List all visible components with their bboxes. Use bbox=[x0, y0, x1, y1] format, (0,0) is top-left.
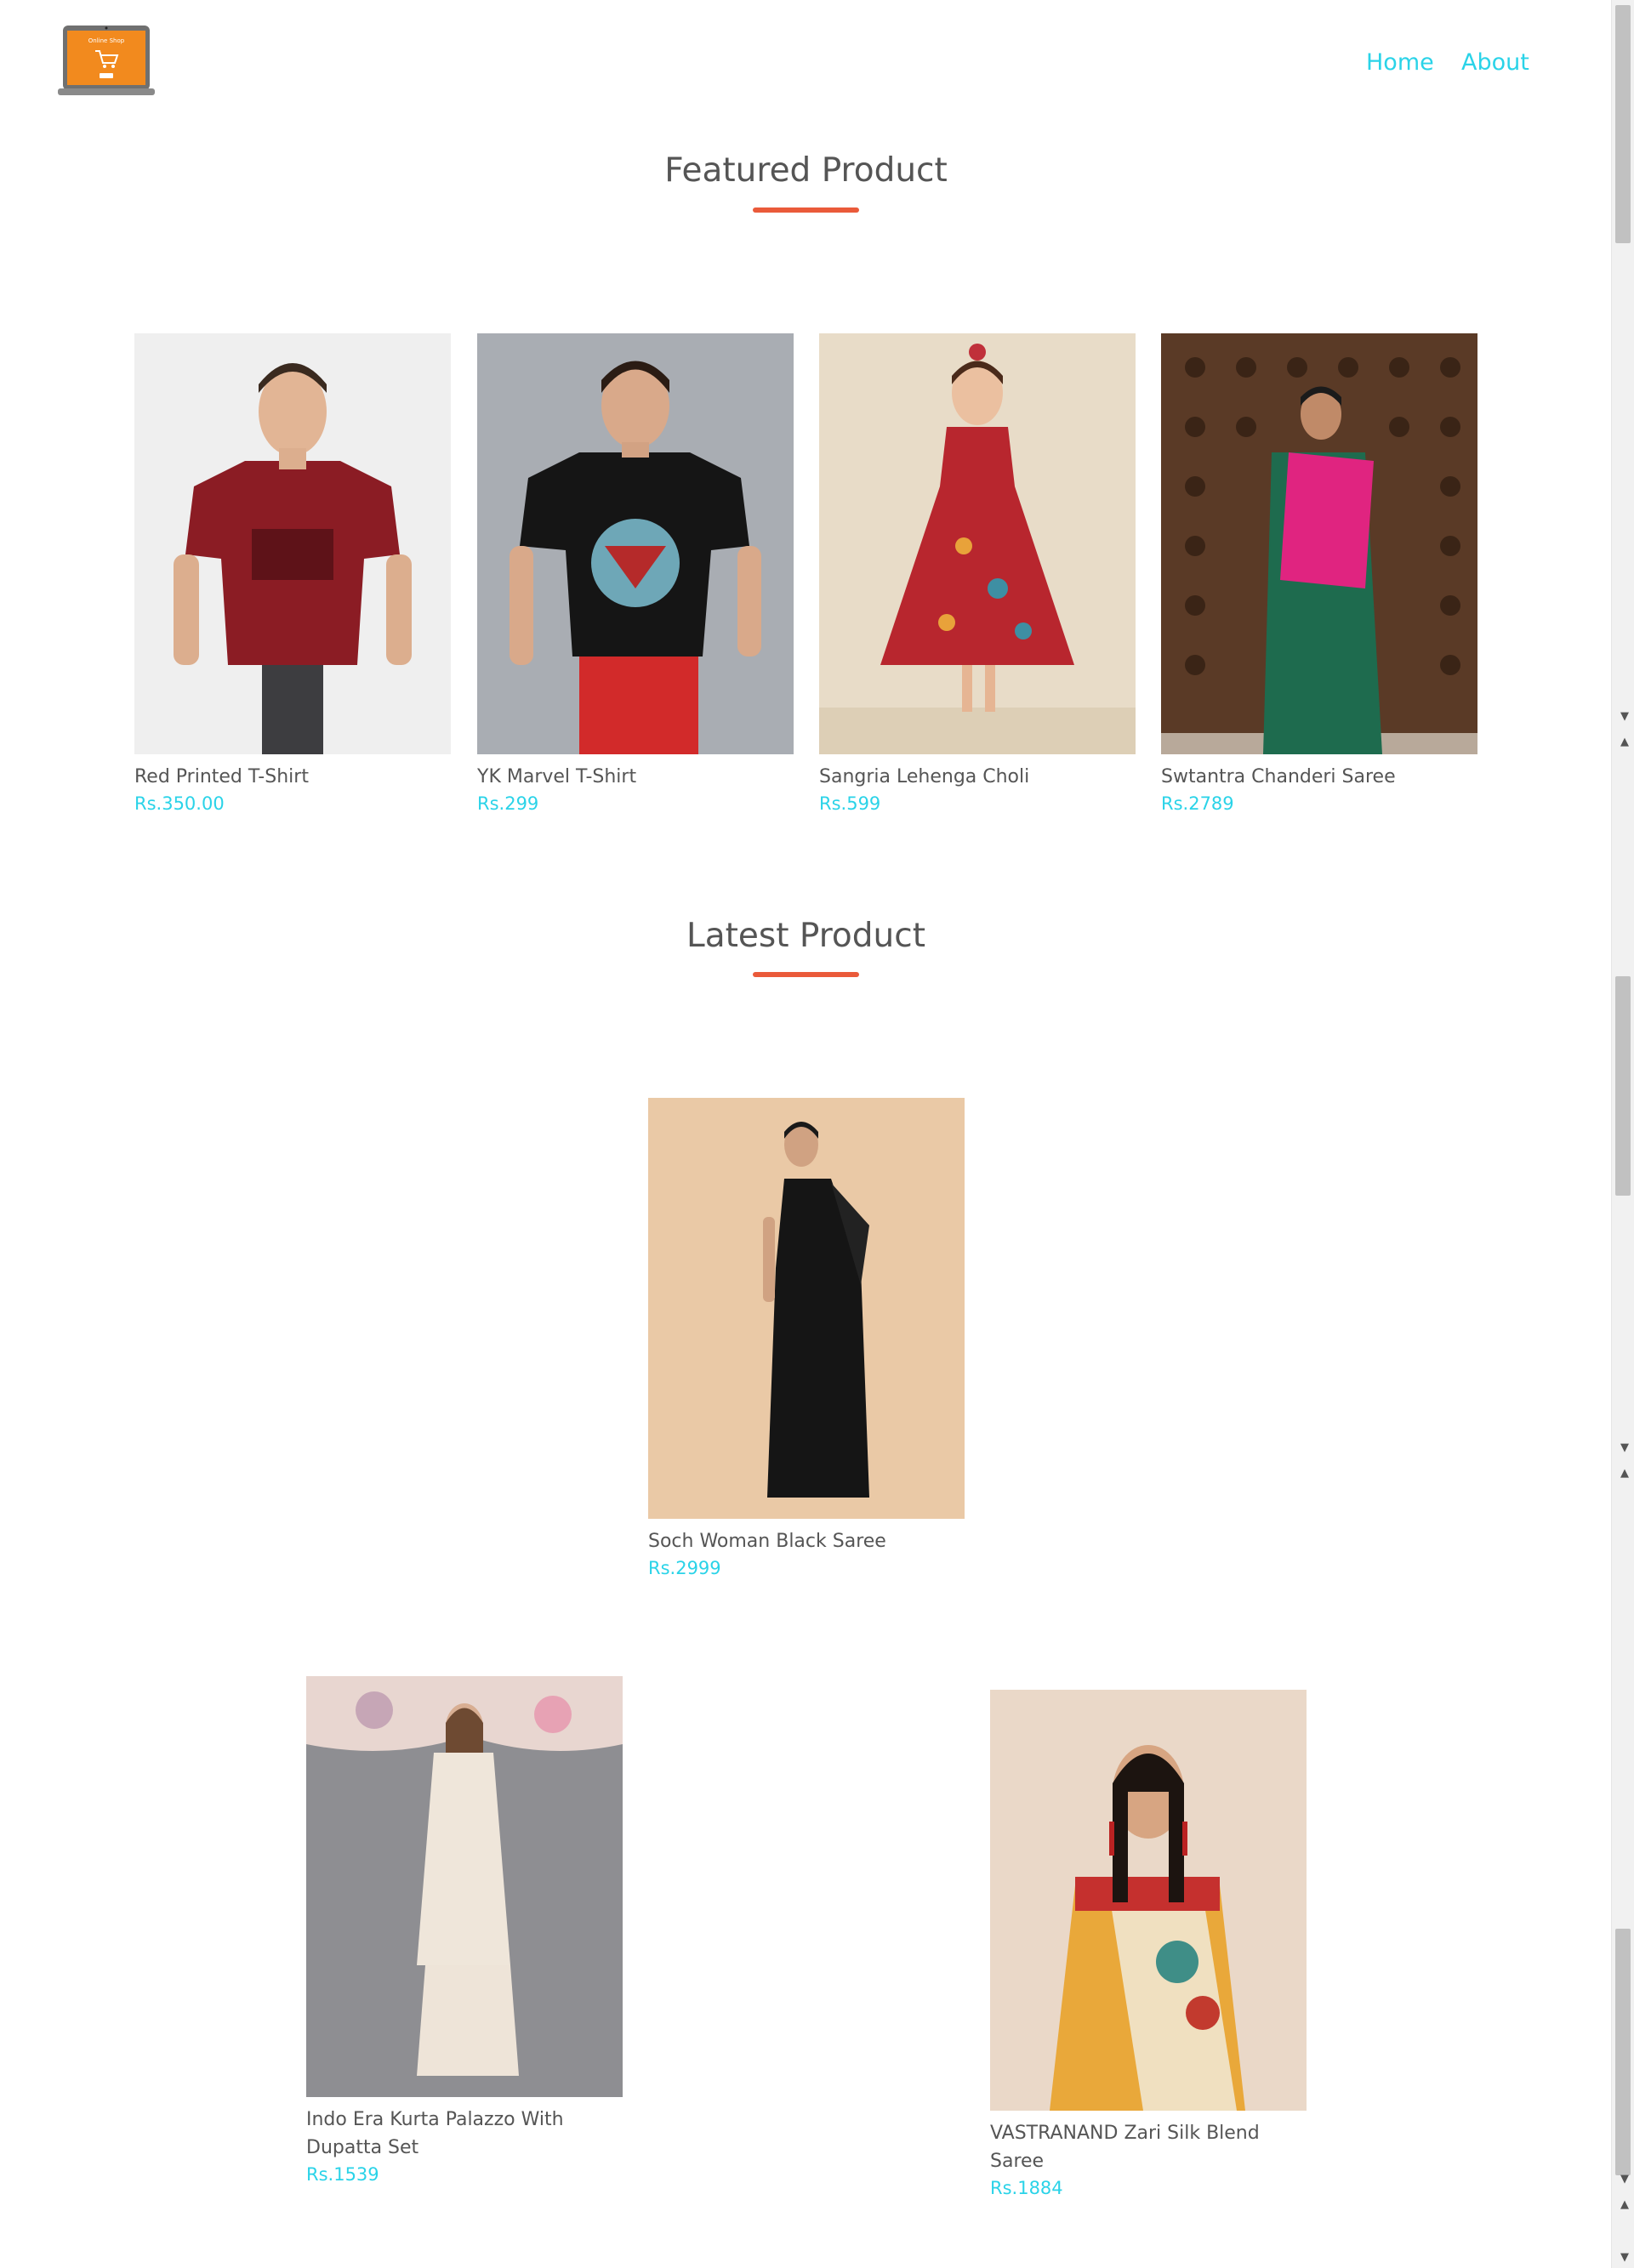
product-price: Rs.1884 bbox=[990, 2178, 1063, 2198]
product-name[interactable]: Soch Woman Black Saree bbox=[648, 1527, 965, 1555]
product-image[interactable] bbox=[648, 1098, 965, 1519]
product-image[interactable] bbox=[477, 333, 794, 754]
product-name[interactable]: Indo Era Kurta Palazzo With Dupatta Set bbox=[306, 2106, 623, 2162]
scroll-up-arrow-icon[interactable]: ▲ bbox=[1620, 736, 1629, 748]
product-card[interactable]: Soch Woman Black Saree Rs.2999 bbox=[648, 1098, 965, 1581]
product-name[interactable]: VASTRANAND Zari Silk Blend Saree bbox=[990, 2119, 1307, 2175]
product-card[interactable]: VASTRANAND Zari Silk Blend Saree Rs.1884 bbox=[990, 1690, 1307, 2201]
product-price: Rs.2789 bbox=[1161, 793, 1234, 814]
product-card[interactable]: Red Printed T-Shirt Rs.350.00 bbox=[134, 333, 451, 816]
product-image[interactable] bbox=[134, 333, 451, 754]
product-image[interactable] bbox=[819, 333, 1136, 754]
scrollbar-thumb[interactable] bbox=[1615, 976, 1631, 1196]
product-price: Rs.599 bbox=[819, 793, 881, 814]
scroll-down-arrow-icon[interactable]: ▼ bbox=[1620, 2252, 1629, 2264]
scroll-up-arrow-icon[interactable]: ▲ bbox=[1620, 2199, 1629, 2211]
featured-title-underline bbox=[753, 207, 859, 213]
product-image[interactable] bbox=[1161, 333, 1477, 754]
product-name[interactable]: YK Marvel T-Shirt bbox=[477, 763, 794, 791]
product-card[interactable]: Indo Era Kurta Palazzo With Dupatta Set … bbox=[306, 1676, 623, 2187]
scroll-down-arrow-icon[interactable]: ▼ bbox=[1620, 1442, 1629, 1454]
scroll-down-arrow-icon[interactable]: ▼ bbox=[1620, 711, 1629, 723]
product-price: Rs.299 bbox=[477, 793, 539, 814]
scroll-up-arrow-icon[interactable]: ▲ bbox=[1620, 1468, 1629, 1480]
product-name[interactable]: Swtantra Chanderi Saree bbox=[1161, 763, 1477, 791]
featured-section-title: Featured Product bbox=[664, 151, 948, 190]
scrollbar-thumb[interactable] bbox=[1615, 1929, 1631, 2175]
product-card[interactable]: Swtantra Chanderi Saree Rs.2789 bbox=[1161, 333, 1477, 816]
site-logo[interactable]: Online Shop bbox=[58, 24, 155, 99]
nav-home-link[interactable]: Home bbox=[1366, 49, 1434, 76]
product-price: Rs.350.00 bbox=[134, 793, 225, 814]
product-price: Rs.1539 bbox=[306, 2164, 379, 2185]
latest-title-underline bbox=[753, 972, 859, 977]
product-card[interactable]: Sangria Lehenga Choli Rs.599 bbox=[819, 333, 1136, 816]
latest-section-title: Latest Product bbox=[686, 917, 925, 955]
laptop-cart-icon: Online Shop bbox=[58, 26, 155, 95]
nav-about-link[interactable]: About bbox=[1461, 49, 1529, 76]
scrollbar-thumb[interactable] bbox=[1615, 5, 1631, 243]
svg-text:Online Shop: Online Shop bbox=[88, 37, 125, 44]
product-image[interactable] bbox=[306, 1676, 623, 2097]
product-name[interactable]: Sangria Lehenga Choli bbox=[819, 763, 1136, 791]
product-card[interactable]: YK Marvel T-Shirt Rs.299 bbox=[477, 333, 794, 816]
product-price: Rs.2999 bbox=[648, 1558, 721, 1578]
product-name[interactable]: Red Printed T-Shirt bbox=[134, 763, 451, 791]
scroll-down-arrow-icon[interactable]: ▼ bbox=[1620, 2174, 1629, 2186]
product-image[interactable] bbox=[990, 1690, 1307, 2111]
